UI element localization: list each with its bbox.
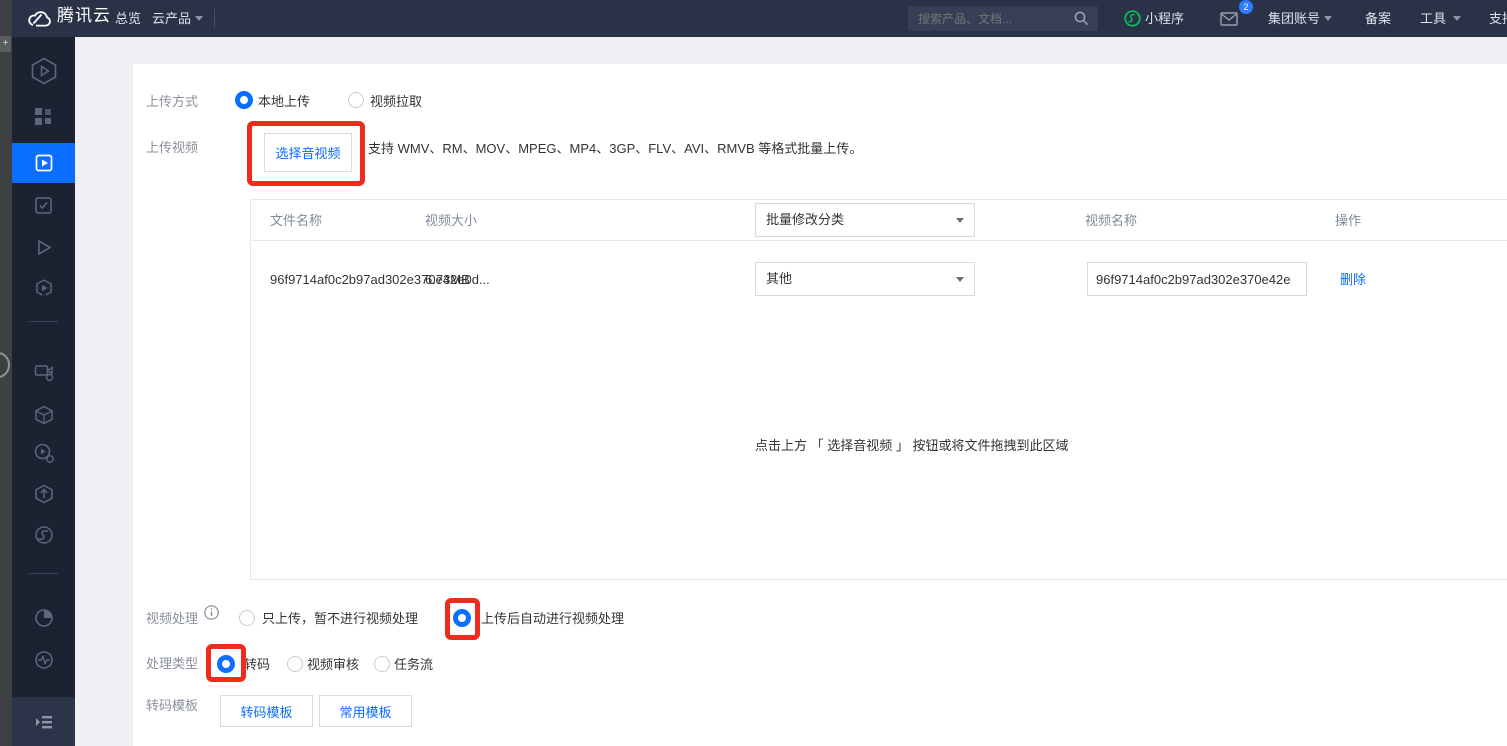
radio-video-pull[interactable] <box>348 92 364 108</box>
product-searchbox[interactable] <box>908 6 1098 31</box>
monitor-pulse-icon <box>34 650 54 670</box>
chevron-down-icon <box>956 277 964 282</box>
info-icon[interactable] <box>204 605 219 620</box>
sidebar-item-review[interactable] <box>12 185 75 225</box>
col-size: 视频大小 <box>425 213 477 228</box>
media-process-icon <box>34 278 54 298</box>
navbar-divider <box>214 9 215 28</box>
format-hint: 支持 WMV、RM、MOV、MPEG、MP4、3GP、FLV、AVI、RMVB … <box>368 141 862 156</box>
radio-video-review-label[interactable]: 视频审核 <box>307 657 359 672</box>
search-input[interactable] <box>908 6 1068 31</box>
upload-drop-zone[interactable] <box>250 199 1507 580</box>
chevron-down-icon <box>956 218 964 223</box>
sidebar-item-upload-storage[interactable] <box>12 474 75 514</box>
radio-transcode-label[interactable]: 转码 <box>244 657 270 672</box>
sidebar-item-collapse[interactable] <box>12 697 75 746</box>
collapse-menu-icon <box>34 714 54 730</box>
top-navbar: 腾讯云 总览 云产品 小程序 2 集团账号 备案 工具 支持 <box>12 0 1507 37</box>
play-preview-icon <box>34 238 53 257</box>
video-produce-icon <box>34 362 54 382</box>
nav-miniprogram[interactable]: 小程序 <box>1145 12 1184 26</box>
mail-icon[interactable] <box>1220 12 1238 26</box>
cell-size: 6.73MB <box>425 272 470 287</box>
upload-video-label: 上传视频 <box>146 140 198 155</box>
chevron-down-icon <box>1324 16 1332 21</box>
drop-zone-hint: 点击上方 「 选择音视频 」 按钮或将文件拖拽到此区域 <box>755 438 1068 453</box>
annotation-box-auto-process <box>445 598 480 640</box>
review-check-icon <box>34 196 53 215</box>
row-category-select[interactable]: 其他 <box>755 262 975 296</box>
video-name-input[interactable] <box>1087 262 1307 296</box>
nav-tools[interactable]: 工具 <box>1420 12 1446 26</box>
miniprogram-icon <box>1124 10 1141 27</box>
sidebar-divider <box>29 321 58 322</box>
sidebar-divider <box>29 573 58 574</box>
nav-products[interactable]: 云产品 <box>152 12 191 26</box>
nav-support[interactable]: 支持 <box>1489 12 1507 26</box>
radio-local-upload-label[interactable]: 本地上传 <box>258 94 310 109</box>
annotation-box-select-media <box>247 121 365 186</box>
radio-local-upload[interactable] <box>235 91 253 109</box>
sidebar-item-usage[interactable] <box>12 598 75 638</box>
usage-pie-icon <box>34 608 54 628</box>
sidebar-item-video-produce[interactable] <box>12 352 75 392</box>
transcode-template-label: 转码模板 <box>146 698 198 713</box>
video-processing-label: 视频处理 <box>146 611 198 626</box>
nav-account[interactable]: 集团账号 <box>1268 12 1320 26</box>
radio-task-flow[interactable] <box>374 656 390 672</box>
radio-video-review[interactable] <box>287 656 303 672</box>
sidebar-item-data-service[interactable] <box>12 515 75 555</box>
chevron-down-icon <box>195 16 203 21</box>
sidebar-item-monitoring[interactable] <box>12 640 75 680</box>
brand-name[interactable]: 腾讯云 <box>57 9 111 23</box>
delete-link[interactable]: 删除 <box>1340 272 1366 287</box>
sidebar-item-resources[interactable] <box>12 395 75 435</box>
common-template-button[interactable]: 常用模板 <box>319 695 412 727</box>
annotation-box-transcode <box>206 644 246 682</box>
col-video-name: 视频名称 <box>1085 213 1137 228</box>
sidebar-item-media-assets-active[interactable] <box>12 143 75 183</box>
resource-cube-icon <box>34 405 54 425</box>
sidebar-item-vod-logo[interactable] <box>12 50 75 92</box>
task-gear-icon <box>34 443 54 463</box>
left-strip-plus: + <box>0 36 11 52</box>
processing-type-label: 处理类型 <box>146 656 198 671</box>
upload-hex-icon <box>34 484 54 504</box>
col-file-name: 文件名称 <box>270 213 322 228</box>
sidebar <box>12 37 75 746</box>
radio-upload-only-label[interactable]: 只上传，暂不进行视频处理 <box>262 611 418 626</box>
data-s-icon <box>34 525 54 545</box>
radio-upload-only[interactable] <box>239 610 255 626</box>
vod-logo-icon <box>29 56 59 86</box>
chevron-down-icon <box>1453 16 1461 21</box>
overview-grid-icon <box>34 107 53 126</box>
sidebar-item-media-process[interactable] <box>12 268 75 308</box>
sidebar-item-overview[interactable] <box>12 96 75 136</box>
batch-category-select[interactable]: 批量修改分类 <box>755 203 975 237</box>
radio-video-pull-label[interactable]: 视频拉取 <box>370 94 422 109</box>
media-assets-icon <box>34 153 54 173</box>
search-icon[interactable] <box>1074 11 1089 26</box>
batch-category-select-value: 批量修改分类 <box>766 212 844 227</box>
upload-method-label: 上传方式 <box>146 94 198 109</box>
mail-badge: 2 <box>1239 0 1253 14</box>
tencent-cloud-logo-icon[interactable] <box>25 7 53 30</box>
page: 腾讯云 总览 云产品 小程序 2 集团账号 备案 工具 支持 <box>0 0 1507 746</box>
nav-beian[interactable]: 备案 <box>1365 12 1391 26</box>
sidebar-item-play-preview[interactable] <box>12 227 75 267</box>
nav-overview[interactable]: 总览 <box>115 12 141 26</box>
transcode-template-button[interactable]: 转码模板 <box>220 695 313 727</box>
col-action: 操作 <box>1335 213 1361 228</box>
radio-auto-process-label[interactable]: 上传后自动进行视频处理 <box>481 611 624 626</box>
row-category-select-value: 其他 <box>766 271 792 286</box>
sidebar-item-task-center[interactable] <box>12 433 75 473</box>
radio-task-flow-label[interactable]: 任务流 <box>394 657 433 672</box>
